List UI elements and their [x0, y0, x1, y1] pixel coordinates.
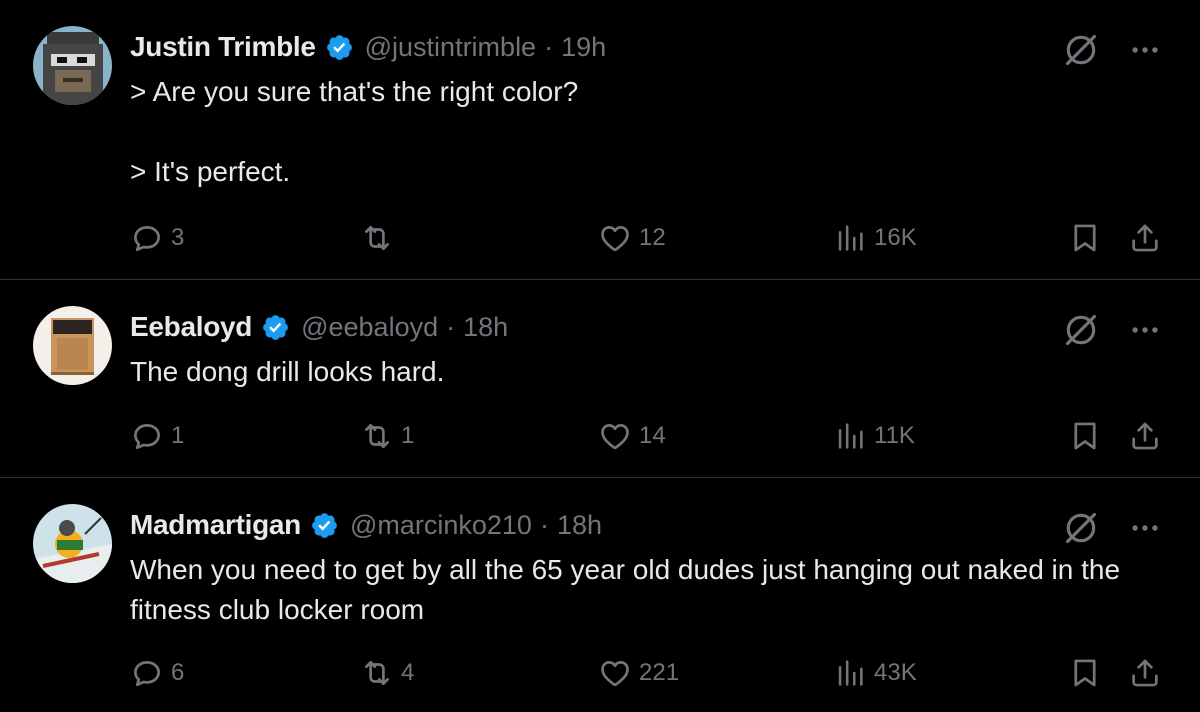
separator: ·: [544, 31, 554, 62]
retweet-count: 1: [401, 422, 415, 449]
views-chart-icon: [833, 419, 867, 453]
display-name[interactable]: Justin Trimble: [130, 31, 316, 63]
reply-button[interactable]: 6: [130, 653, 184, 693]
avatar[interactable]: [33, 306, 112, 385]
action-bar: 6 4 221 43K: [130, 653, 1170, 693]
tweet-text: When you need to get by all the 65 year …: [130, 554, 1128, 625]
verified-badge-icon[interactable]: [261, 313, 290, 342]
retweet-button[interactable]: 4: [360, 653, 414, 693]
tweet[interactable]: Eebaloyd @eebaloyd · 18h The dong drill …: [0, 280, 1200, 478]
timestamp[interactable]: 19h: [561, 32, 606, 63]
timestamp[interactable]: 18h: [557, 510, 602, 541]
wooden-speaker-avatar-icon: [33, 306, 112, 385]
display-name[interactable]: Madmartigan: [130, 509, 301, 541]
reply-count: 6: [171, 659, 185, 686]
tweet-top-actions: [1062, 509, 1162, 547]
verified-badge-icon[interactable]: [325, 33, 354, 62]
retweet-count: 4: [401, 659, 415, 686]
grok-icon[interactable]: [1062, 31, 1100, 69]
view-count: 11K: [874, 422, 915, 449]
grok-icon[interactable]: [1062, 509, 1100, 547]
separator: ·: [539, 509, 549, 540]
retweet-icon: [360, 419, 394, 453]
avatar[interactable]: [33, 504, 112, 583]
like-count: 221: [639, 659, 680, 686]
separator: ·: [446, 311, 456, 342]
handle[interactable]: @eebaloyd: [301, 312, 438, 343]
verified-badge-icon[interactable]: [310, 511, 339, 540]
tweet-header: Eebaloyd @eebaloyd · 18h: [130, 307, 508, 347]
like-count: 14: [639, 422, 666, 449]
more-options-icon[interactable]: [1128, 313, 1162, 347]
bookmark-icon: [1068, 656, 1102, 690]
bookmark-button[interactable]: [1068, 653, 1102, 693]
reply-count: 1: [171, 422, 185, 449]
retweet-icon: [360, 221, 394, 255]
share-button[interactable]: [1128, 218, 1162, 258]
retweet-icon: [360, 656, 394, 690]
action-bar: 3 12 16K: [130, 218, 1170, 258]
tweet-text: > Are you sure that's the right color? >…: [130, 76, 579, 187]
like-button[interactable]: 12: [598, 218, 666, 258]
retweet-button[interactable]: 1: [360, 416, 414, 456]
heart-icon: [598, 419, 632, 453]
handle[interactable]: @justintrimble: [365, 32, 536, 63]
handle[interactable]: @marcinko210: [350, 510, 532, 541]
share-button[interactable]: [1128, 653, 1162, 693]
tweet-header: Justin Trimble @justintrimble · 19h: [130, 27, 606, 67]
like-button[interactable]: 14: [598, 416, 666, 456]
more-options-icon[interactable]: [1128, 511, 1162, 545]
like-count: 12: [639, 224, 666, 251]
tweet-top-actions: [1062, 31, 1162, 69]
view-count: 43K: [874, 659, 917, 686]
grok-icon[interactable]: [1062, 311, 1100, 349]
tweet-text: The dong drill looks hard.: [130, 356, 445, 387]
reply-button[interactable]: 3: [130, 218, 184, 258]
reply-count: 3: [171, 224, 185, 251]
reply-icon: [130, 656, 164, 690]
reply-button[interactable]: 1: [130, 416, 184, 456]
bookmark-icon: [1068, 419, 1102, 453]
pixel-ape-avatar-icon: [33, 26, 112, 105]
share-icon: [1128, 221, 1162, 255]
tweet[interactable]: Justin Trimble @justintrimble · 19h > Ar…: [0, 0, 1200, 280]
tweet-header: Madmartigan @marcinko210 · 18h: [130, 505, 602, 545]
tweet-feed: Justin Trimble @justintrimble · 19h > Ar…: [0, 0, 1200, 712]
cartoon-skier-avatar-icon: [33, 504, 112, 583]
heart-icon: [598, 221, 632, 255]
share-icon: [1128, 656, 1162, 690]
views-button[interactable]: 16K: [833, 218, 917, 258]
more-options-icon[interactable]: [1128, 33, 1162, 67]
display-name[interactable]: Eebaloyd: [130, 311, 252, 343]
views-button[interactable]: 11K: [833, 416, 915, 456]
avatar[interactable]: [33, 26, 112, 105]
heart-icon: [598, 656, 632, 690]
action-bar: 1 1 14 11K: [130, 416, 1170, 456]
tweet[interactable]: Madmartigan @marcinko210 · 18h When you …: [0, 478, 1200, 712]
bookmark-button[interactable]: [1068, 416, 1102, 456]
bookmark-icon: [1068, 221, 1102, 255]
share-button[interactable]: [1128, 416, 1162, 456]
reply-icon: [130, 221, 164, 255]
timestamp[interactable]: 18h: [463, 312, 508, 343]
views-chart-icon: [833, 221, 867, 255]
views-chart-icon: [833, 656, 867, 690]
retweet-button[interactable]: [360, 218, 401, 258]
tweet-top-actions: [1062, 311, 1162, 349]
like-button[interactable]: 221: [598, 653, 679, 693]
views-button[interactable]: 43K: [833, 653, 917, 693]
bookmark-button[interactable]: [1068, 218, 1102, 258]
view-count: 16K: [874, 224, 917, 251]
reply-icon: [130, 419, 164, 453]
share-icon: [1128, 419, 1162, 453]
